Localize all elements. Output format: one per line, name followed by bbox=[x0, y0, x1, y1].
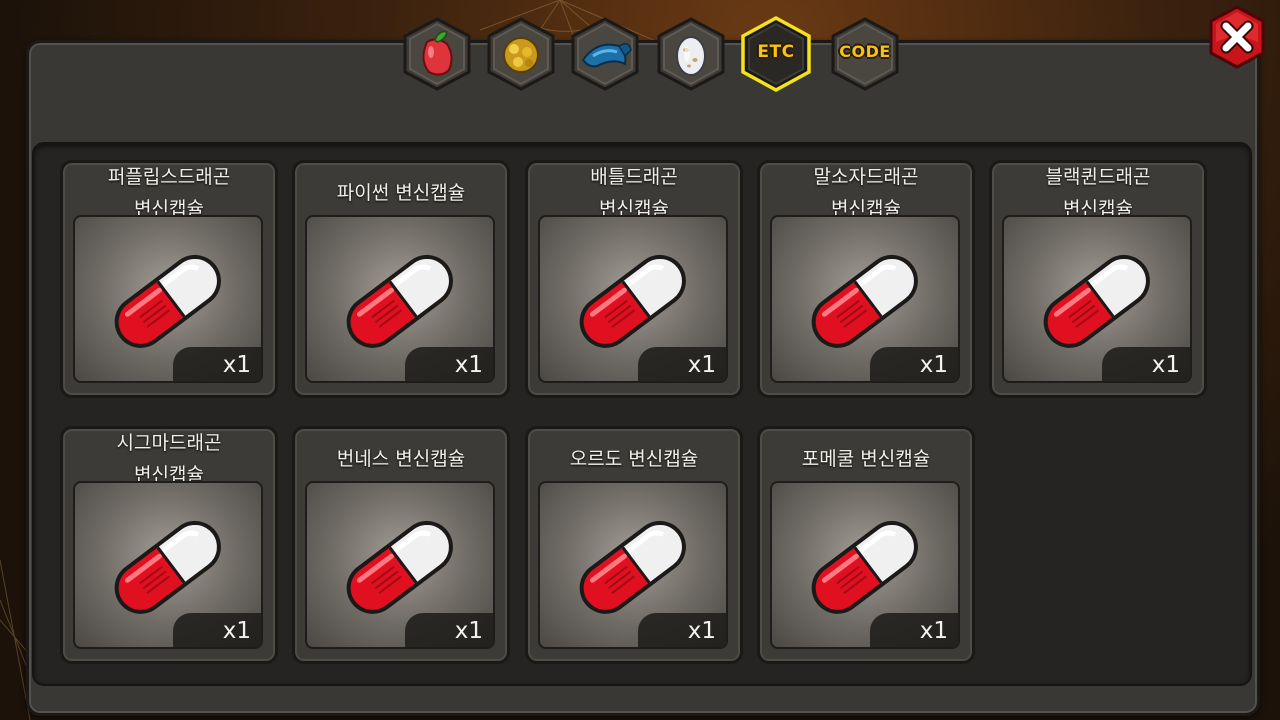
item-card[interactable]: 오르도 변신캡슐 x1 bbox=[525, 426, 743, 664]
tab-fruit[interactable] bbox=[399, 16, 475, 92]
item-quantity: x1 bbox=[870, 613, 958, 647]
item-slot: x1 bbox=[770, 481, 960, 649]
blue-fish-icon bbox=[581, 43, 632, 68]
item-quantity: x1 bbox=[1102, 347, 1190, 381]
item-card[interactable]: 말소자드래곤 변신캡슐 x1 bbox=[757, 160, 975, 398]
item-quantity: x1 bbox=[638, 347, 726, 381]
tab-fish[interactable] bbox=[567, 16, 643, 92]
item-name: 배틀드래곤 변신캡슐 bbox=[590, 166, 678, 220]
tab-etc[interactable]: ETC bbox=[738, 16, 814, 92]
item-name: 포메쿨 변신캡슐 bbox=[801, 448, 931, 470]
item-slot: x1 bbox=[1002, 215, 1192, 383]
item-quantity: x1 bbox=[870, 347, 958, 381]
item-card[interactable]: 퍼플립스드래곤 변신캡슐 x1 bbox=[60, 160, 278, 398]
item-slot: x1 bbox=[538, 215, 728, 383]
item-name: 퍼플립스드래곤 변신캡슐 bbox=[107, 166, 231, 220]
tab-gold[interactable] bbox=[483, 16, 559, 92]
tab-etc-label: ETC bbox=[757, 42, 795, 62]
item-name: 번네스 변신캡슐 bbox=[336, 448, 466, 470]
item-quantity: x1 bbox=[638, 613, 726, 647]
item-card[interactable]: 시그마드래곤 변신캡슐 x1 bbox=[60, 426, 278, 664]
item-quantity: x1 bbox=[405, 347, 493, 381]
item-slot: x1 bbox=[73, 481, 263, 649]
item-slot: x1 bbox=[770, 215, 960, 383]
item-quantity: x1 bbox=[173, 347, 261, 381]
spotted-egg-icon bbox=[676, 36, 706, 76]
item-slot: x1 bbox=[305, 481, 495, 649]
item-card[interactable]: 배틀드래곤 변신캡슐 x1 bbox=[525, 160, 743, 398]
item-quantity: x1 bbox=[405, 613, 493, 647]
red-fruit-icon bbox=[422, 30, 453, 76]
item-name: 블랙퀸드래곤 변신캡슐 bbox=[1045, 166, 1151, 220]
game-screen: ETC CODE 퍼플립스드래곤 변신캡슐 x1 파이썬 변신캡슐 x1 배틀드… bbox=[0, 0, 1280, 720]
tab-egg[interactable] bbox=[653, 16, 729, 92]
item-card[interactable]: 포메쿨 변신캡슐 x1 bbox=[757, 426, 975, 664]
item-grid: 퍼플립스드래곤 변신캡슐 x1 파이썬 변신캡슐 x1 배틀드래곤 변신캡슐 x… bbox=[60, 160, 1210, 664]
item-card[interactable]: 번네스 변신캡슐 x1 bbox=[292, 426, 510, 664]
close-icon bbox=[1209, 5, 1265, 69]
item-slot: x1 bbox=[73, 215, 263, 383]
item-card[interactable]: 블랙퀸드래곤 변신캡슐 x1 bbox=[989, 160, 1207, 398]
item-name: 말소자드래곤 변신캡슐 bbox=[813, 166, 919, 220]
item-slot: x1 bbox=[538, 481, 728, 649]
category-tabs: ETC CODE bbox=[395, 12, 915, 94]
tab-code-label: CODE bbox=[839, 42, 891, 61]
tab-code[interactable]: CODE bbox=[827, 16, 903, 92]
item-name: 오르도 변신캡슐 bbox=[569, 448, 699, 470]
item-slot: x1 bbox=[305, 215, 495, 383]
gold-nugget-icon bbox=[503, 37, 539, 73]
item-name: 시그마드래곤 변신캡슐 bbox=[116, 432, 222, 486]
close-button[interactable] bbox=[1206, 4, 1268, 70]
item-quantity: x1 bbox=[173, 613, 261, 647]
item-name: 파이썬 변신캡슐 bbox=[336, 182, 466, 204]
item-card[interactable]: 파이썬 변신캡슐 x1 bbox=[292, 160, 510, 398]
